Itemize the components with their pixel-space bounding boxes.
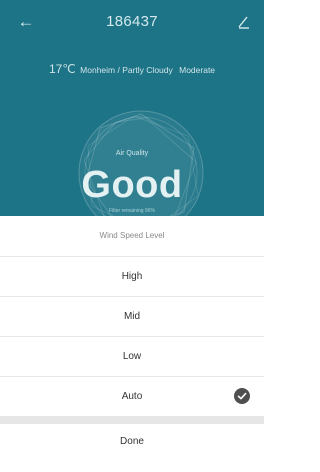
device-title: 186437 <box>106 13 158 30</box>
location-condition: Monheim / Partly Cloudy <box>80 65 173 75</box>
top-bar: ← 186437 <box>0 0 264 44</box>
option-auto[interactable]: Auto <box>0 376 264 416</box>
checkmark-icon <box>234 388 250 404</box>
option-label: Mid <box>123 311 141 322</box>
wind-speed-sheet: Wind Speed Level High Mid Low Auto Done <box>0 216 264 472</box>
option-mid[interactable]: Mid <box>0 296 264 336</box>
sheet-title: Wind Speed Level <box>99 231 165 240</box>
option-low[interactable]: Low <box>0 336 264 376</box>
filter-remaining: Filter remaining 96% <box>109 208 155 214</box>
weather-line: 17℃ Monheim / Partly Cloudy Moderate <box>0 62 264 76</box>
air-level: Moderate <box>179 65 216 75</box>
air-quality-value: Good <box>81 164 183 206</box>
sheet-divider <box>0 416 264 424</box>
edit-pencil-icon[interactable] <box>234 12 254 32</box>
device-header-panel: ← 186437 17℃ Monheim / Partly Cloudy Mod… <box>0 0 264 216</box>
temperature: 17℃ <box>48 62 76 76</box>
air-quality-label: Air Quality <box>115 150 149 157</box>
option-label: High <box>121 271 143 282</box>
option-high[interactable]: High <box>0 256 264 296</box>
option-label: Low <box>122 351 142 362</box>
option-label: Auto <box>121 391 143 402</box>
done-button[interactable]: Done <box>0 424 264 460</box>
